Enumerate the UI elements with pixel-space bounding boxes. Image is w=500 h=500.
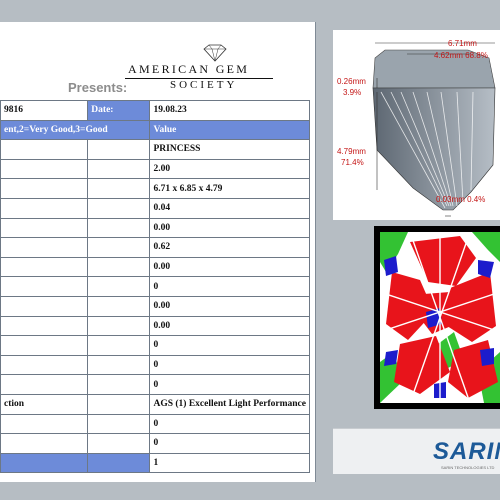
cell-grade <box>87 237 151 258</box>
cell-label: ction <box>0 393 89 415</box>
cell-value: 0.00 <box>149 315 310 337</box>
table-row: 1 <box>0 452 310 474</box>
table-row: ction AGS (1) Excellent Light Performance <box>0 393 310 415</box>
aset-image <box>380 232 500 403</box>
table-row: 0.00 <box>0 315 310 337</box>
aset-pattern-svg <box>380 232 500 403</box>
culet-dimension: 0.03mm 0.4% <box>436 195 486 204</box>
cell-grade <box>87 295 151 317</box>
cell-grade <box>87 158 151 180</box>
brand-footer: SARIN SARIN TECHNOLOGIES LTD <box>333 428 500 474</box>
cell-label <box>0 413 89 435</box>
ags-logo-line1: AMERICAN GEM <box>128 62 250 76</box>
cell-value: 0 <box>149 276 310 297</box>
cell-label <box>0 237 89 258</box>
cell-grade <box>87 393 151 415</box>
cell-label <box>0 335 89 356</box>
cell-grade <box>87 413 151 435</box>
cell-value: 6.71 x 6.85 x 4.79 <box>149 178 310 199</box>
cell-value: 2.00 <box>149 158 310 180</box>
cell-grade: Date: <box>87 100 151 121</box>
table-row: 0.62 <box>0 237 310 258</box>
table-row: ent,2=Very Good,3=Good Value <box>0 119 310 141</box>
cell-grade <box>87 276 151 297</box>
cell-grade <box>87 178 151 199</box>
presents-label: Presents: <box>68 80 128 95</box>
cell-label <box>0 158 89 180</box>
report-panel: AMERICAN GEM SOCIETY Presents: 9816 Date:… <box>0 22 316 482</box>
table-row: 0 <box>0 335 310 356</box>
table-dimension: 4.62mm 68.8% <box>434 51 488 60</box>
cell-label <box>0 217 89 239</box>
cell-label <box>0 178 89 199</box>
cell-label <box>0 197 89 219</box>
grading-table: 9816 Date: 19.08.23 ent,2=Very Good,3=Good V… <box>0 100 310 474</box>
proportions-diagram: 6.71mm 4.62mm 68.8% 0.26mm 3.9% 4.79mm 7… <box>333 30 500 220</box>
pavilion-shape <box>372 87 496 211</box>
cell-value: 0 <box>149 335 310 356</box>
table-row: 0 <box>0 374 310 395</box>
sarin-logo: SARIN <box>433 438 500 465</box>
cell-label <box>0 354 89 376</box>
table-row: 0.04 <box>0 197 310 219</box>
cell-value: AGS (1) Excellent Light Performance <box>149 393 310 415</box>
crown-height-mm: 0.26mm <box>337 77 366 86</box>
table-row: 0.00 <box>0 295 310 317</box>
cell-grade <box>87 197 151 219</box>
cell-value: 0.04 <box>149 197 310 219</box>
crown-height-pct: 3.9% <box>343 88 362 97</box>
cell-value: 0.00 <box>149 295 310 317</box>
cell-grade <box>87 452 151 474</box>
cell-grade <box>87 433 151 454</box>
cell-value: 1 <box>149 452 310 474</box>
cell-criteria-legend: ent,2=Very Good,3=Good <box>0 119 151 141</box>
cell-grade <box>87 139 151 160</box>
cell-value: 0 <box>149 374 310 395</box>
cell-value: 0 <box>149 354 310 376</box>
aset-image-frame <box>374 226 500 409</box>
table-row: 6.71 x 6.85 x 4.79 <box>0 178 310 199</box>
cell-label: 9816 <box>0 100 89 121</box>
diamond-logo-icon <box>203 44 227 62</box>
table-row: 2.00 <box>0 158 310 180</box>
cell-value: 0.00 <box>149 217 310 239</box>
width-dimension: 6.71mm <box>448 39 477 48</box>
table-row: 0.00 <box>0 256 310 278</box>
cell-value: 0.62 <box>149 237 310 258</box>
sarin-subtitle: SARIN TECHNOLOGIES LTD <box>441 465 495 470</box>
table-row: PRINCESS <box>0 139 310 160</box>
cell-label <box>0 276 89 297</box>
cell-label <box>0 256 89 278</box>
cell-grade <box>87 256 151 278</box>
table-row: 9816 Date: 19.08.23 <box>0 100 310 121</box>
cell-label <box>0 315 89 337</box>
cell-label <box>0 295 89 317</box>
table-row: 0 <box>0 433 310 454</box>
cell-grade <box>87 335 151 356</box>
cell-value: 19.08.23 <box>149 100 310 121</box>
cell-grade <box>87 217 151 239</box>
cell-value: Value <box>149 119 310 141</box>
cell-label <box>0 452 89 474</box>
cell-grade <box>87 354 151 376</box>
cell-label <box>0 433 89 454</box>
ags-logo-line2: SOCIETY <box>170 79 238 91</box>
cell-label <box>0 374 89 395</box>
table-row: 0 <box>0 276 310 297</box>
total-depth-mm: 4.79mm <box>337 147 366 156</box>
table-row: 0 <box>0 413 310 435</box>
cell-value: PRINCESS <box>149 139 310 160</box>
cell-grade <box>87 315 151 337</box>
cell-value: 0 <box>149 413 310 435</box>
total-depth-pct: 71.4% <box>341 158 364 167</box>
cell-value: 0 <box>149 433 310 454</box>
cell-label <box>0 139 89 160</box>
table-row: 0 <box>0 354 310 376</box>
cell-grade <box>87 374 151 395</box>
cell-value: 0.00 <box>149 256 310 278</box>
table-row: 0.00 <box>0 217 310 239</box>
